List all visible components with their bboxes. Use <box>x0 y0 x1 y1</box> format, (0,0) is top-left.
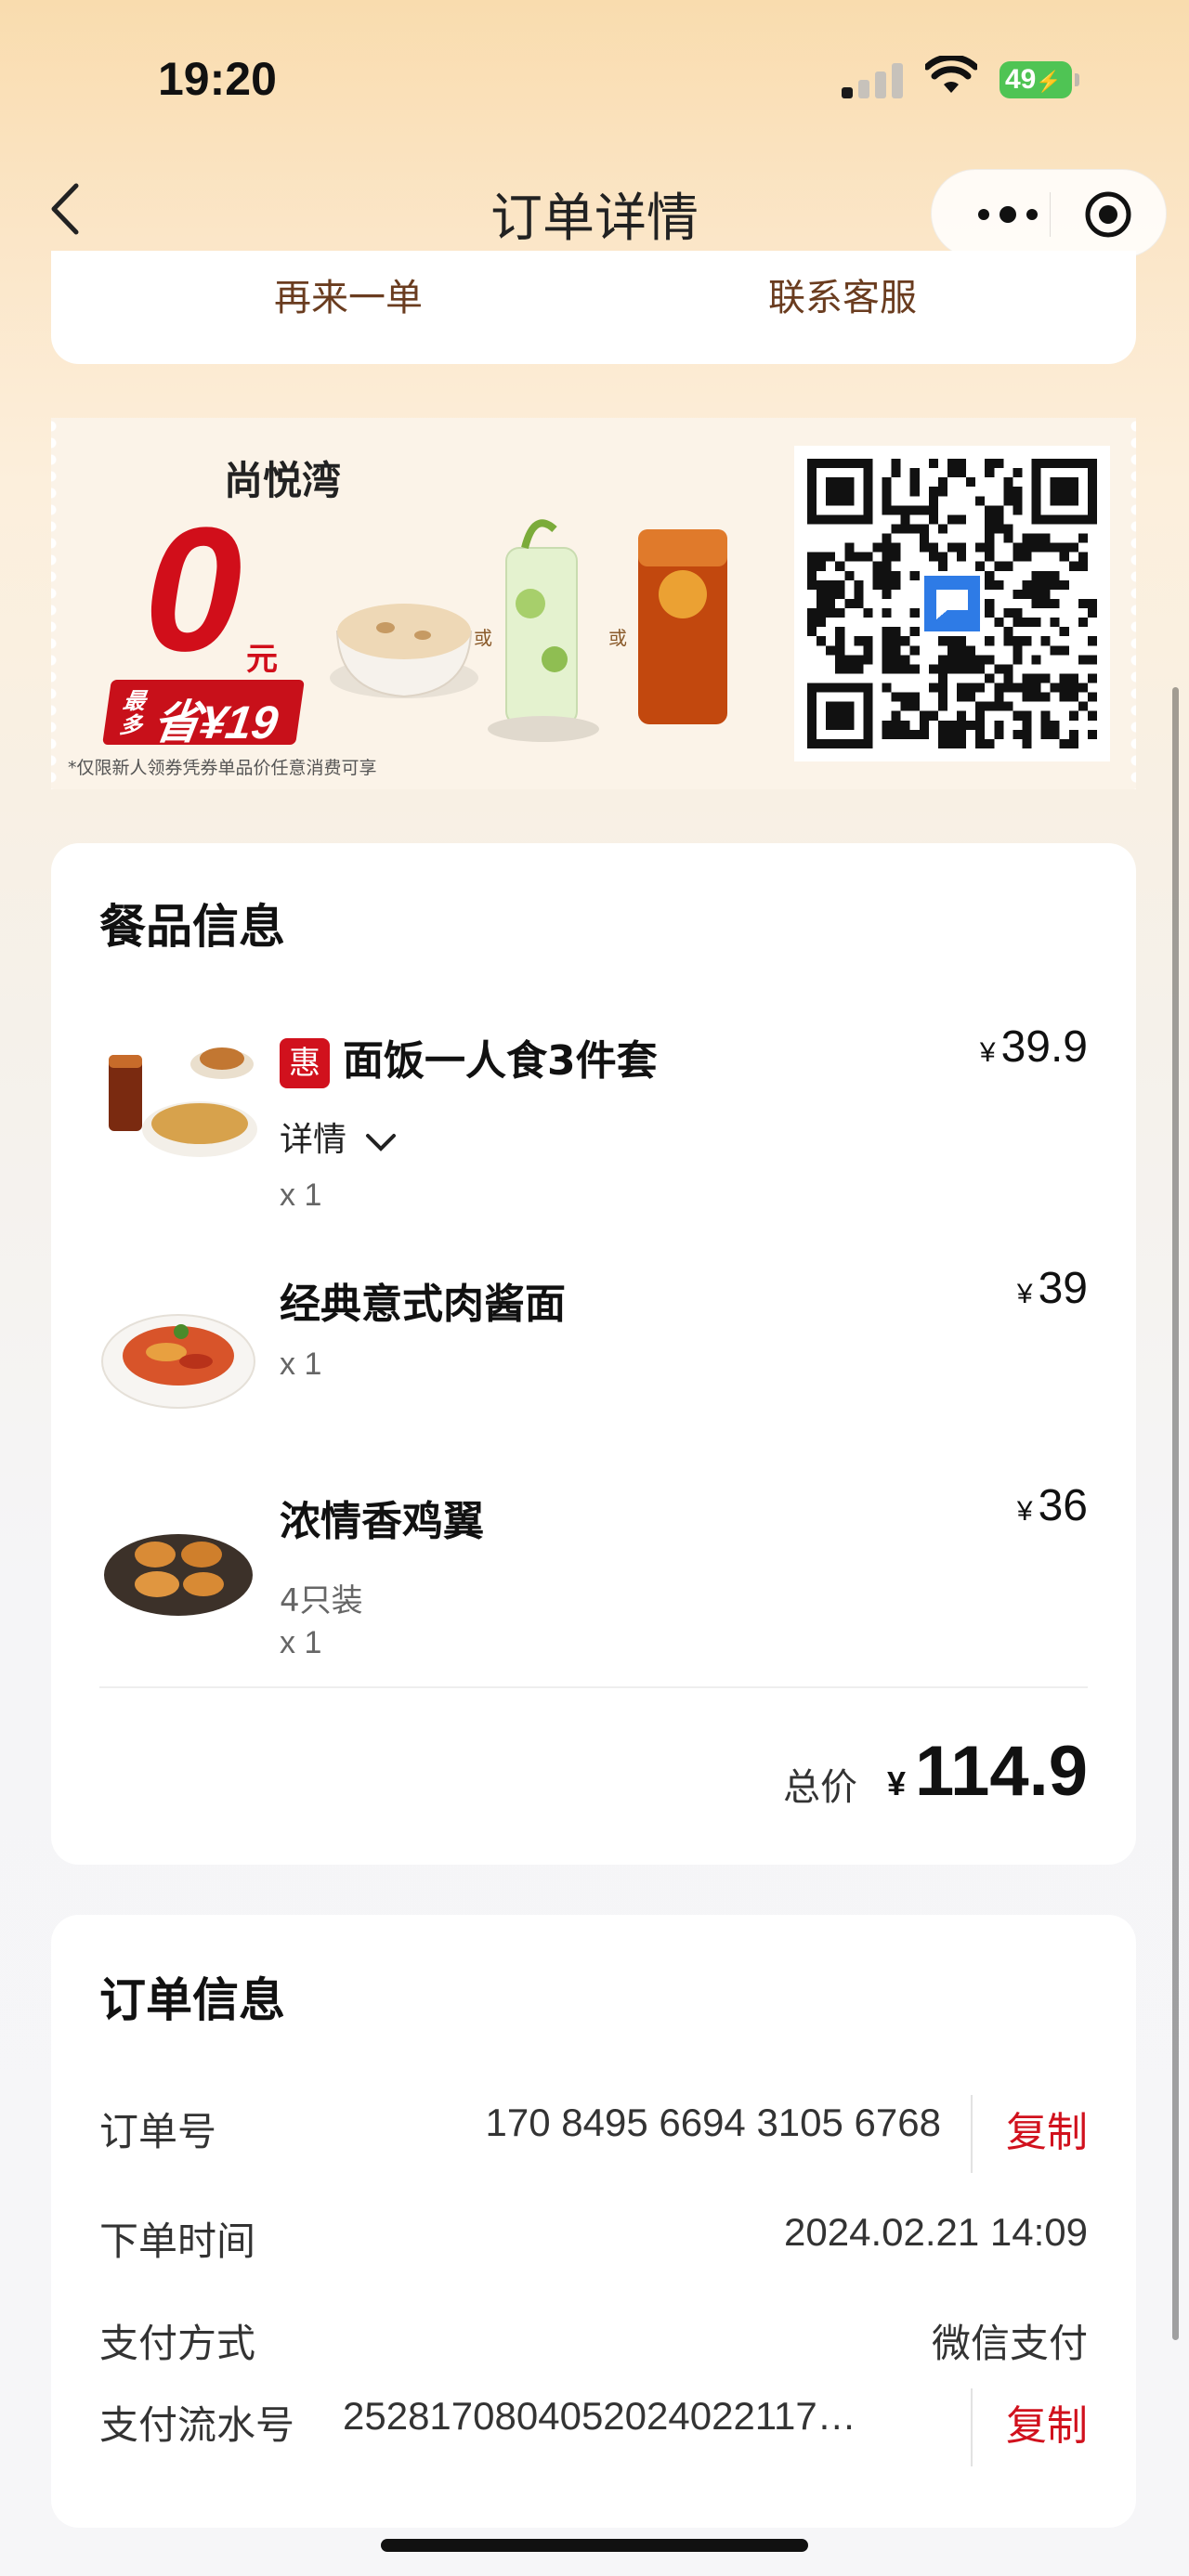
payment-serial-value: 2528170804052024022117… <box>343 2394 856 2438</box>
item-price-value: 39.9 <box>1000 1022 1088 1072</box>
item-name[interactable]: 经典意式肉酱面 <box>280 1270 566 1330</box>
promo-banner[interactable]: 尚悦湾 0 元 最多 省¥19 或 或 *仅限新人领券凭券单品价任意消费可享 <box>51 418 1136 789</box>
total-price-value: 114.9 <box>915 1732 1088 1811</box>
close-miniapp-icon[interactable] <box>1082 189 1134 241</box>
copy-order-number-button[interactable]: 复制 <box>1006 2099 1088 2158</box>
order-info-title: 订单信息 <box>99 1973 285 2027</box>
payment-method-value: 微信支付 <box>931 2322 1088 2365</box>
promo-food-image: 或 或 <box>330 519 727 742</box>
payment-method-label: 支付方式 <box>99 2321 256 2366</box>
order-number-label: 订单号 <box>99 2109 217 2154</box>
order-number-value: 170 8495 6694 3105 6768 <box>485 2101 942 2144</box>
item-quantity: x 1 <box>280 1177 322 1213</box>
promo-or-1: 或 <box>474 627 492 649</box>
signal-icon <box>842 61 905 98</box>
separator <box>971 2388 973 2466</box>
promo-note: *仅限新人领券凭券单品价任意消费可享 <box>68 758 377 778</box>
currency-symbol: ¥ <box>886 1764 906 1802</box>
divider <box>99 1686 1088 1688</box>
miniapp-capsule <box>931 169 1167 258</box>
currency-symbol: ¥ <box>979 1037 996 1068</box>
item-price-value: 36 <box>1038 1481 1088 1530</box>
order-time-label: 下单时间 <box>99 2218 256 2264</box>
ticket-edge-left <box>51 418 58 789</box>
capsule-divider <box>1050 192 1051 237</box>
home-indicator[interactable] <box>381 2539 808 2552</box>
chevron-down-icon <box>366 1134 397 1151</box>
order-info-card: 订单信息 订单号 170 8495 6694 3105 6768 复制 下单时间… <box>51 1915 1136 2528</box>
discount-badge: 惠 <box>280 1038 330 1088</box>
promo-or-2: 或 <box>608 627 627 649</box>
item-price-value: 39 <box>1038 1264 1088 1313</box>
item-image-wings <box>104 1534 253 1616</box>
battery-icon: 49⚡ <box>1000 61 1079 98</box>
total-label: 总价 <box>783 1766 857 1809</box>
item-quantity: x 1 <box>280 1625 322 1660</box>
order-actions-card: 再来一单 联系客服 <box>51 251 1136 364</box>
status-bar: 19:20 49⚡ <box>0 0 1189 158</box>
more-icon[interactable] <box>965 196 1051 233</box>
status-time: 19:20 <box>158 53 277 105</box>
ticket-edge-right <box>1130 418 1136 789</box>
promo-save-badge: 最多 省¥19 <box>102 680 305 748</box>
currency-symbol: ¥ <box>1016 1496 1033 1527</box>
payment-serial-label: 支付流水号 <box>99 2402 295 2448</box>
item-image-combo <box>109 1047 257 1157</box>
promo-price: 0 <box>144 491 242 688</box>
separator <box>971 2095 973 2173</box>
currency-symbol: ¥ <box>1016 1279 1033 1309</box>
wifi-icon <box>925 56 977 93</box>
promo-badge-small: 最多 <box>118 688 148 738</box>
products-card: 餐品信息 惠面饭一人食3件套 ¥39.9 详情 x 1 经典意式肉酱面 ¥39 … <box>51 843 1136 1865</box>
products-title: 餐品信息 <box>99 900 285 954</box>
item-name[interactable]: 浓情香鸡翼 <box>280 1488 484 1547</box>
qr-code-image <box>807 459 1097 748</box>
details-label: 详情 <box>280 1121 347 1159</box>
item-price: ¥39 <box>1017 1263 1088 1314</box>
total-price: ¥114.9 <box>887 1731 1088 1812</box>
promo-badge-big: 省¥19 <box>150 696 281 748</box>
promo-price-unit: 元 <box>246 641 278 678</box>
battery-level: 49 <box>1005 64 1037 95</box>
order-time-value: 2024.02.21 14:09 <box>784 2210 1088 2254</box>
item-image-pasta <box>101 1314 255 1409</box>
item-price: ¥39.9 <box>980 1021 1088 1073</box>
reorder-button[interactable]: 再来一单 <box>274 267 423 321</box>
item-name[interactable]: 惠面饭一人食3件套 <box>280 1027 658 1088</box>
item-quantity: x 1 <box>280 1347 322 1382</box>
item-price: ¥36 <box>1017 1480 1088 1531</box>
contact-service-button[interactable]: 联系客服 <box>768 267 917 321</box>
item-name-text: 面饭一人食3件套 <box>343 1037 658 1085</box>
scrollbar[interactable] <box>1172 687 1179 2340</box>
copy-serial-button[interactable]: 复制 <box>1006 2392 1088 2452</box>
item-spec: 4只装 <box>280 1582 363 1620</box>
promo-qr-code[interactable] <box>794 446 1110 761</box>
details-toggle[interactable]: 详情 <box>280 1112 398 1161</box>
